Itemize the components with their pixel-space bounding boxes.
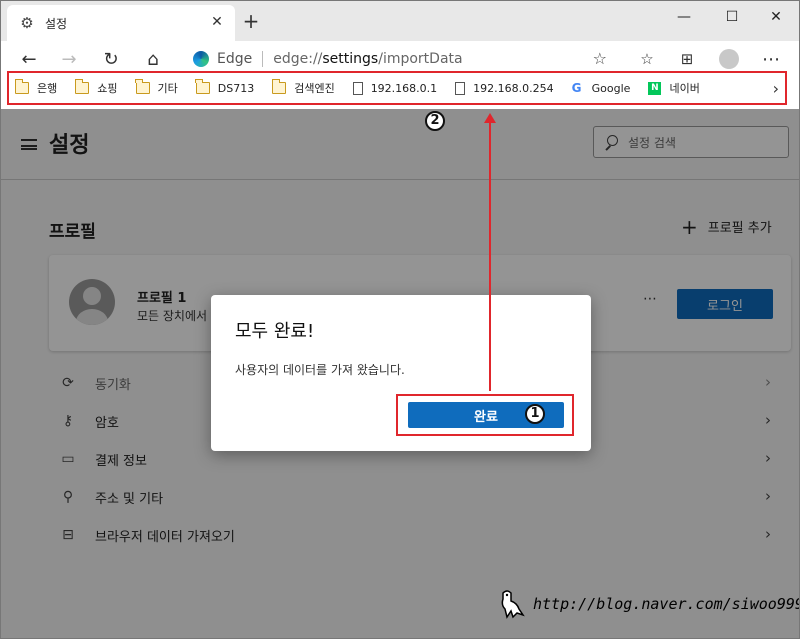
folder-icon (14, 79, 29, 94)
favorites-bar: 은행 쇼핑 기타 DS713 검색엔진 192.168.0.1 192.168.… (7, 71, 787, 105)
gear-icon: ⚙ (20, 14, 34, 32)
address-label: Edge (217, 51, 253, 67)
page-icon (455, 81, 466, 95)
favorite-item[interactable]: 쇼핑 (74, 79, 118, 96)
naver-icon: N (648, 81, 662, 95)
annotation-arrow-head (484, 113, 496, 123)
new-tab-button[interactable]: + (241, 11, 261, 31)
chevron-right-icon[interactable]: › (773, 79, 779, 98)
favorite-item[interactable]: N 네이버 (648, 80, 700, 96)
favorite-item[interactable]: G Google (572, 82, 631, 95)
annotation-arrow (489, 121, 491, 391)
address-separator (262, 51, 264, 67)
favorite-item[interactable]: 검색엔진 (271, 79, 335, 96)
collections-icon[interactable]: ⊞ (673, 47, 701, 71)
address-url: edge://settings/importData (273, 51, 463, 67)
more-menu-icon[interactable]: ⋯ (757, 47, 785, 71)
address-bar[interactable]: Edge edge://settings/importData ☆ (181, 45, 619, 73)
browser-window: ⚙ 설정 ✕ + — ☐ ✕ ← → ↻ ⌂ Edge edge://setti… (0, 0, 800, 639)
refresh-button[interactable]: ↻ (97, 47, 125, 71)
folder-icon (195, 79, 210, 94)
forward-button[interactable]: → (55, 47, 83, 71)
dialog-message: 사용자의 데이터를 가져 왔습니다. (235, 363, 405, 377)
dinosaur-logo-icon (501, 590, 525, 619)
favorite-item[interactable]: 기타 (135, 79, 178, 96)
page-icon (352, 81, 363, 95)
folder-icon (135, 79, 150, 94)
google-icon: G (571, 81, 582, 95)
back-button[interactable]: ← (15, 47, 43, 71)
dialog-title: 모두 완료! (235, 321, 315, 342)
favorite-item[interactable]: 192.168.0.254 (455, 81, 554, 95)
favorite-item[interactable]: 은행 (14, 79, 57, 96)
blog-watermark: http://blog.naver.com/siwoo9999 (497, 589, 799, 619)
annotation-badge-2: 2 (425, 111, 445, 131)
tab-close-icon[interactable]: ✕ (209, 14, 225, 30)
tab-title: 설정 (45, 16, 68, 31)
favorite-item[interactable]: DS713 (195, 79, 254, 95)
tab-settings[interactable]: ⚙ 설정 ✕ (7, 5, 235, 41)
folder-icon (271, 79, 287, 94)
favorite-star-icon[interactable]: ☆ (593, 49, 607, 68)
profile-avatar-icon[interactable] (715, 47, 743, 71)
import-complete-dialog: 모두 완료! 사용자의 데이터를 가져 왔습니다. 완료 1 (211, 295, 591, 451)
annotation-badge-1: 1 (525, 404, 545, 424)
edge-logo-icon (193, 51, 209, 67)
minimize-button[interactable]: — (661, 1, 707, 33)
favorite-item[interactable]: 192.168.0.1 (352, 81, 437, 95)
close-window-button[interactable]: ✕ (753, 1, 799, 33)
maximize-button[interactable]: ☐ (709, 1, 755, 33)
tab-strip: ⚙ 설정 ✕ + — ☐ ✕ (1, 1, 799, 41)
favorites-list-icon[interactable]: ☆ (633, 47, 661, 71)
home-button[interactable]: ⌂ (139, 47, 167, 71)
folder-icon (74, 79, 90, 94)
